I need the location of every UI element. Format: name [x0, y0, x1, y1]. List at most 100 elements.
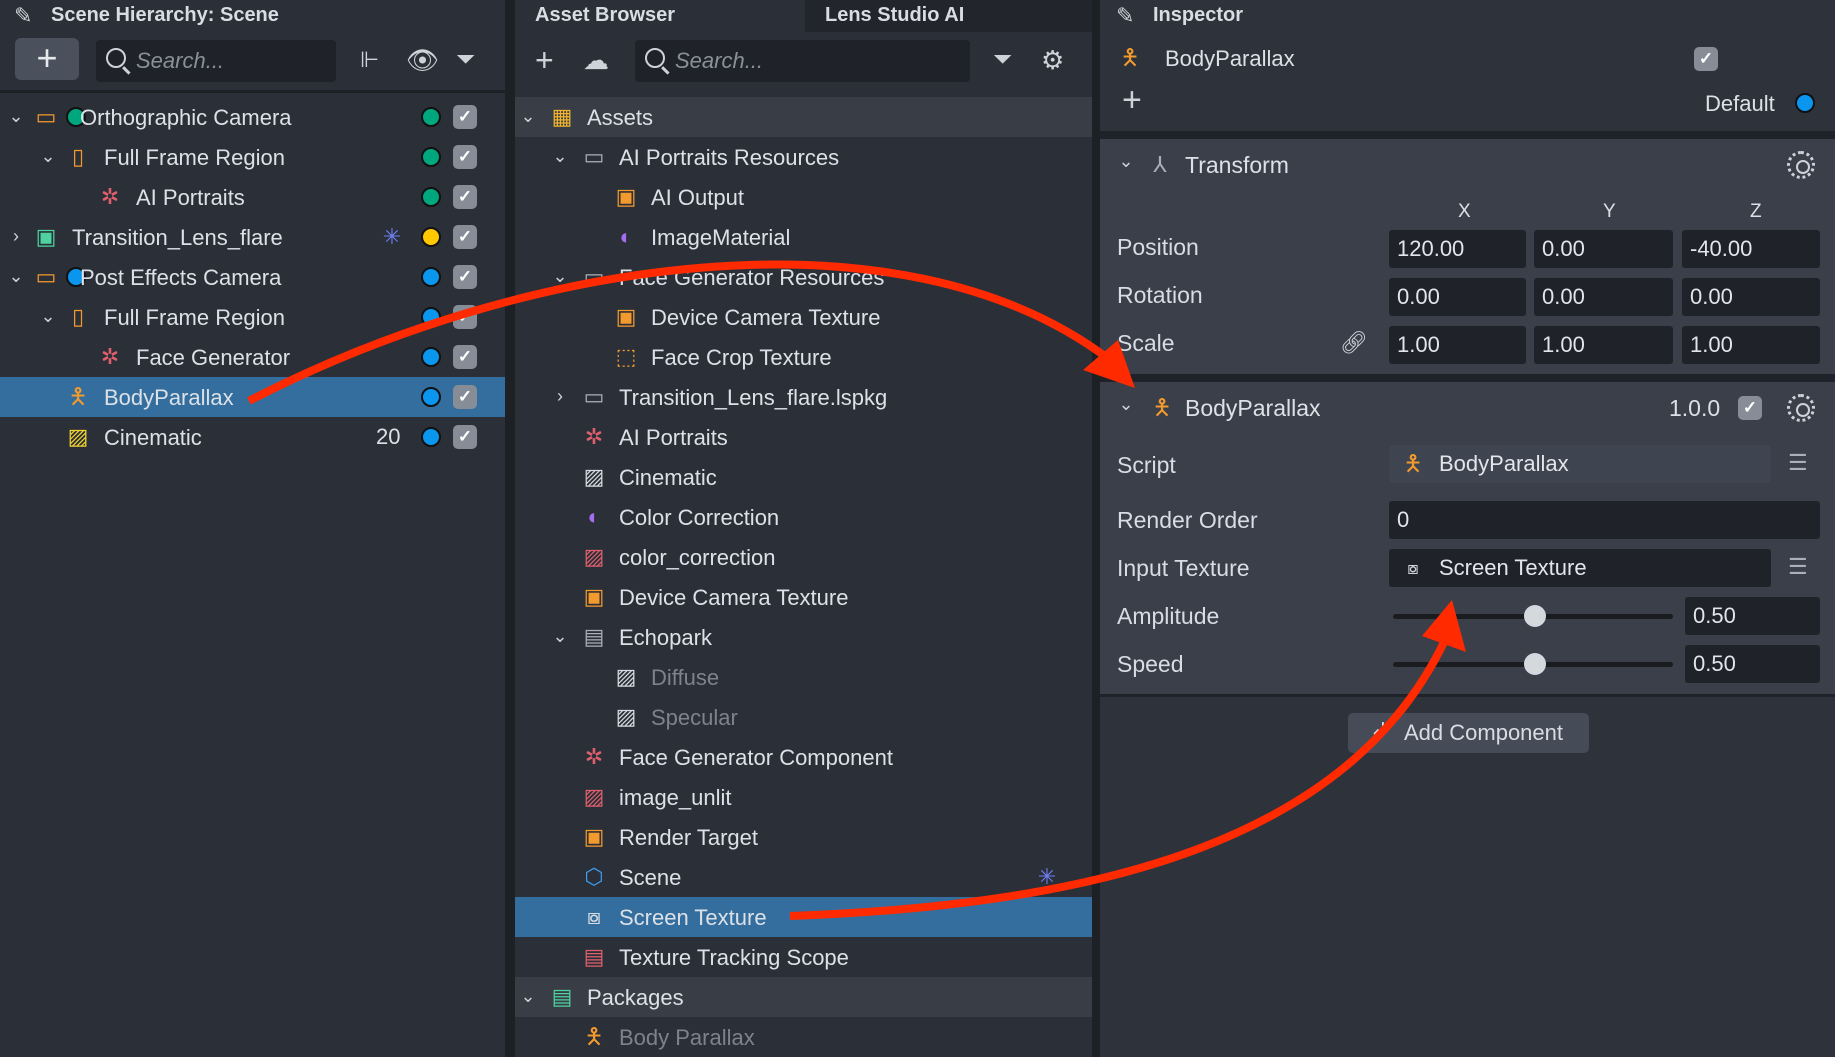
asset-item[interactable]: 🯅 Body Parallax: [515, 1017, 1092, 1057]
asset-item[interactable]: ⬚ Face Crop Texture: [515, 337, 1092, 377]
rotation-z-field[interactable]: 0.00: [1682, 278, 1820, 316]
chevron-down-icon[interactable]: ⌄: [552, 266, 568, 287]
tab-lens-studio-ai[interactable]: Lens Studio AI: [805, 0, 1092, 32]
enabled-checkbox[interactable]: ✓: [453, 185, 477, 209]
asset-item[interactable]: › ▭ Transition_Lens_flare.lspkg: [515, 377, 1092, 417]
status-dot[interactable]: [421, 227, 441, 247]
eye-icon[interactable]: 👁: [406, 46, 439, 74]
chevron-down-icon[interactable]: ⌄: [8, 266, 24, 287]
asset-item[interactable]: ⌄ ▦ Assets: [515, 97, 1092, 137]
filter-icon[interactable]: ⏷: [993, 46, 1012, 74]
chevron-down-icon[interactable]: ⌄: [1118, 394, 1134, 415]
status-dot[interactable]: [421, 107, 441, 127]
hierarchy-item[interactable]: ✲ Face Generator ✓: [0, 337, 505, 377]
hierarchy-tree-icon[interactable]: ⊩: [360, 46, 379, 74]
asset-item[interactable]: ▨ color_correction: [515, 537, 1092, 577]
asset-item[interactable]: ⌄ ▤ Echopark: [515, 617, 1092, 657]
position-z-field[interactable]: -40.00: [1682, 230, 1820, 268]
tune-icon[interactable]: ☰: [1788, 450, 1808, 476]
asset-item[interactable]: ⌄ ▭ Face Generator Resources: [515, 257, 1092, 297]
status-dot[interactable]: [421, 347, 441, 367]
asset-item[interactable]: ▨ Diffuse: [515, 657, 1092, 697]
rotation-y-field[interactable]: 0.00: [1534, 278, 1673, 316]
link-icon[interactable]: 🔗︎: [1340, 329, 1368, 357]
asset-item[interactable]: ⬡ Scene ✳: [515, 857, 1092, 897]
enabled-checkbox[interactable]: ✓: [453, 145, 477, 169]
asset-item[interactable]: ▤ Texture Tracking Scope: [515, 937, 1092, 977]
input-texture-field[interactable]: ⧇ Screen Texture: [1389, 549, 1771, 587]
settings-gear-icon[interactable]: ⚙: [1041, 46, 1064, 74]
script-field[interactable]: 🯅 BodyParallax: [1389, 445, 1771, 483]
speed-field[interactable]: 0.50: [1685, 645, 1820, 683]
chevron-down-icon[interactable]: ⌄: [1118, 151, 1134, 172]
enabled-checkbox[interactable]: ✓: [453, 225, 477, 249]
enabled-checkbox[interactable]: ✓: [453, 345, 477, 369]
render-order-field[interactable]: 0: [1389, 501, 1820, 539]
chevron-down-icon[interactable]: ⌄: [40, 306, 56, 327]
chevron-down-icon[interactable]: ⌄: [520, 986, 536, 1007]
hierarchy-item[interactable]: ⌄ ▯ Full Frame Region ✓: [0, 297, 505, 337]
hierarchy-item[interactable]: › ▣ Transition_Lens_flare ✳ ✓: [0, 217, 505, 257]
asset-item[interactable]: ✲ AI Portraits: [515, 417, 1092, 457]
hierarchy-item[interactable]: ⌄ ▭ Orthographic Camera ✓: [0, 97, 505, 137]
rotation-x-field[interactable]: 0.00: [1389, 278, 1526, 316]
enabled-checkbox[interactable]: ✓: [453, 305, 477, 329]
status-dot[interactable]: [421, 187, 441, 207]
asset-item[interactable]: ▣ AI Output: [515, 177, 1092, 217]
status-dot[interactable]: [421, 147, 441, 167]
tab-asset-browser[interactable]: Asset Browser: [515, 0, 805, 32]
chevron-down-icon[interactable]: ⌄: [552, 146, 568, 167]
asset-item[interactable]: ▨ image_unlit: [515, 777, 1092, 817]
add-component-button[interactable]: ↲ Add Component: [1348, 713, 1589, 753]
add-icon[interactable]: +: [1122, 83, 1142, 117]
gear-icon[interactable]: [1787, 151, 1815, 179]
component-enabled-checkbox[interactable]: ✓: [1738, 396, 1762, 420]
status-dot[interactable]: [421, 387, 441, 407]
scale-z-field[interactable]: 1.00: [1682, 326, 1820, 364]
status-dot[interactable]: [421, 267, 441, 287]
chevron-down-icon[interactable]: ⌄: [520, 106, 536, 127]
hierarchy-item[interactable]: ✲ AI Portraits ✓: [0, 177, 505, 217]
status-dot[interactable]: [421, 427, 441, 447]
asset-item[interactable]: ▣ Device Camera Texture: [515, 577, 1092, 617]
asset-search-input[interactable]: Search...: [635, 40, 970, 82]
scale-y-field[interactable]: 1.00: [1534, 326, 1673, 364]
position-y-field[interactable]: 0.00: [1534, 230, 1673, 268]
scale-x-field[interactable]: 1.00: [1389, 326, 1526, 364]
enabled-checkbox[interactable]: ✓: [453, 265, 477, 289]
chevron-right-icon[interactable]: ›: [552, 386, 568, 407]
chevron-right-icon[interactable]: ›: [8, 226, 24, 247]
hierarchy-item[interactable]: ▨ Cinematic 20 ✓: [0, 417, 505, 457]
filter-icon[interactable]: ⏷: [456, 46, 475, 74]
object-enabled-checkbox[interactable]: ✓: [1694, 47, 1718, 71]
hierarchy-item[interactable]: ⌄ ▯ Full Frame Region ✓: [0, 137, 505, 177]
chevron-down-icon[interactable]: ⌄: [8, 106, 24, 127]
asset-item[interactable]: ▨ Cinematic: [515, 457, 1092, 497]
asset-item[interactable]: ▣ Device Camera Texture: [515, 297, 1092, 337]
asset-item[interactable]: ⌄ ▤ Packages: [515, 977, 1092, 1017]
cloud-icon[interactable]: ☁: [583, 46, 609, 74]
pin-icon[interactable]: ✎: [1116, 2, 1134, 30]
asset-item[interactable]: ◐ Color Correction: [515, 497, 1092, 537]
asset-item[interactable]: ✲ Face Generator Component: [515, 737, 1092, 777]
tune-icon[interactable]: ☰: [1788, 554, 1808, 580]
add-asset-icon[interactable]: +: [535, 44, 554, 76]
pin-icon[interactable]: ✎: [14, 2, 32, 30]
enabled-checkbox[interactable]: ✓: [453, 105, 477, 129]
status-dot[interactable]: [421, 307, 441, 327]
amplitude-slider-knob[interactable]: [1524, 605, 1546, 627]
add-object-button[interactable]: +: [15, 38, 79, 80]
layer-label[interactable]: Default: [1705, 91, 1775, 117]
asset-item[interactable]: ⌄ ▭ AI Portraits Resources: [515, 137, 1092, 177]
chevron-down-icon[interactable]: ⌄: [552, 626, 568, 647]
asset-item[interactable]: ⧇ Screen Texture: [515, 897, 1092, 937]
hierarchy-item[interactable]: ⌄ ▭ Post Effects Camera ✓: [0, 257, 505, 297]
object-name[interactable]: BodyParallax: [1165, 46, 1295, 72]
asset-item[interactable]: ▣ Render Target: [515, 817, 1092, 857]
chevron-down-icon[interactable]: ⌄: [40, 146, 56, 167]
gear-icon[interactable]: [1787, 394, 1815, 422]
asset-item[interactable]: ◐ ImageMaterial: [515, 217, 1092, 257]
enabled-checkbox[interactable]: ✓: [453, 385, 477, 409]
asset-item[interactable]: ▨ Specular: [515, 697, 1092, 737]
search-input[interactable]: Search...: [96, 40, 336, 82]
